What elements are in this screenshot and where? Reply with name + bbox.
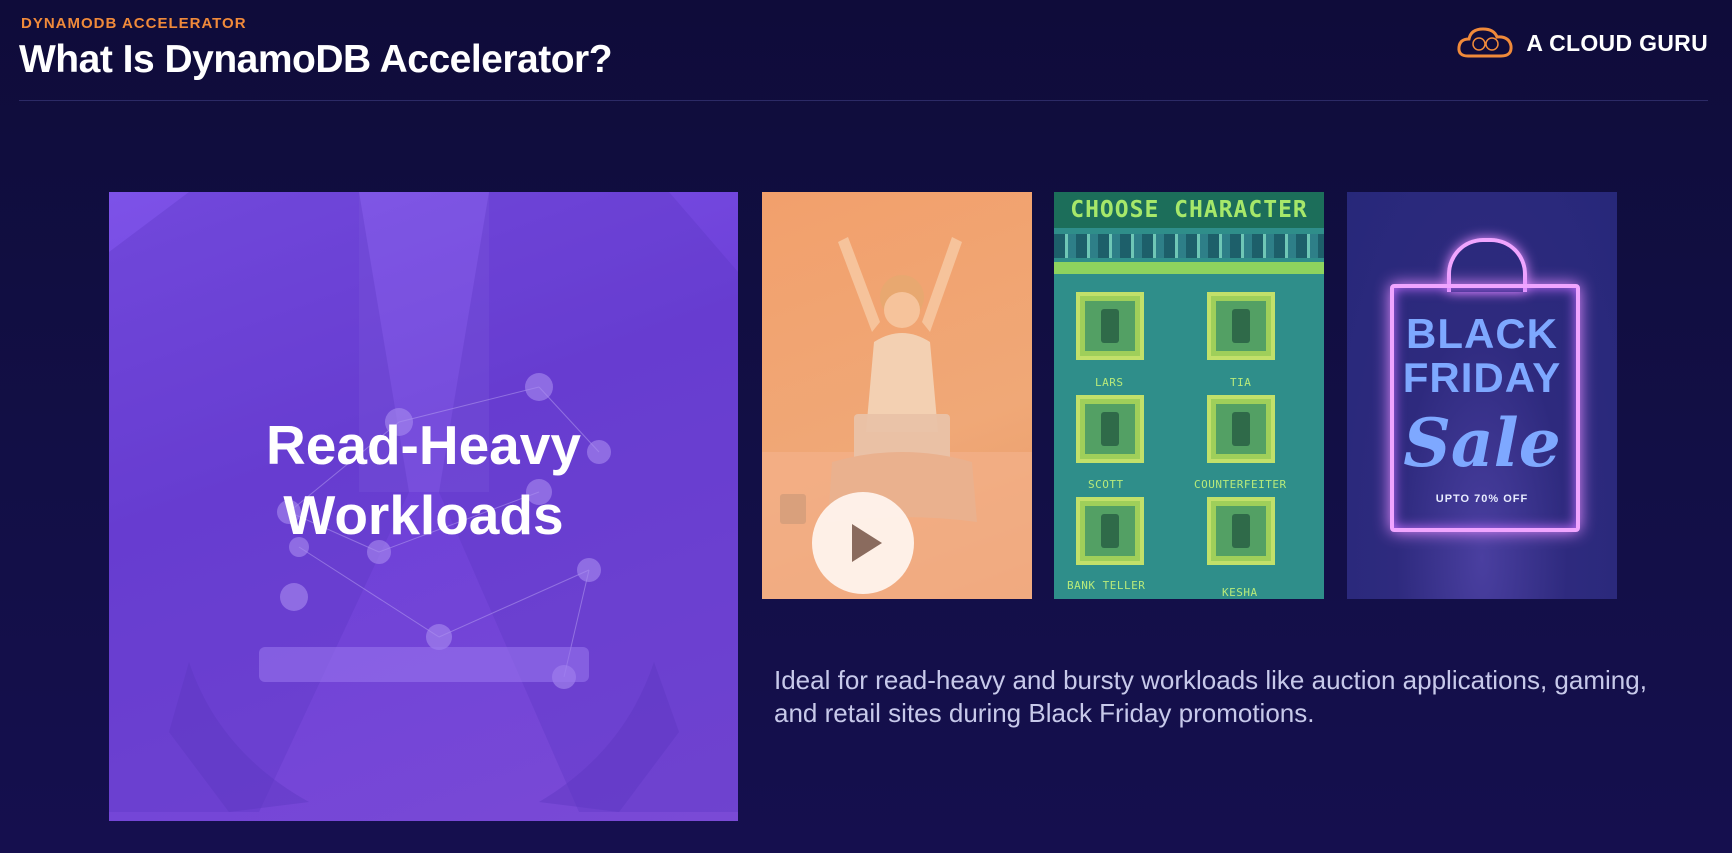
character-name: KESHA xyxy=(1222,586,1258,599)
hero-image-read-heavy: Read-Heavy Workloads xyxy=(109,192,738,821)
character-portrait xyxy=(1207,292,1275,360)
character-name: COUNTERFEITER xyxy=(1194,478,1287,491)
hero-title: Read-Heavy Workloads xyxy=(109,410,738,550)
hero-title-line1: Read-Heavy xyxy=(266,414,581,476)
character-name: LARS xyxy=(1095,376,1124,389)
pixel-bar xyxy=(1054,262,1324,274)
character-portrait xyxy=(1076,395,1144,463)
sale-line-friday: FRIDAY xyxy=(1402,354,1562,401)
character-portrait xyxy=(1207,395,1275,463)
character-portrait xyxy=(1207,497,1275,565)
sale-line-sale: Sale xyxy=(1403,404,1561,482)
play-button[interactable] xyxy=(812,492,914,594)
cloud-logo-icon xyxy=(1457,27,1513,58)
character-name: TIA xyxy=(1230,376,1252,389)
play-icon xyxy=(852,524,882,562)
sale-line-black: BLACK xyxy=(1406,310,1558,357)
description-text: Ideal for read-heavy and bursty workload… xyxy=(774,665,1647,728)
hero-title-line2: Workloads xyxy=(283,484,564,546)
character-portrait xyxy=(1076,497,1144,565)
video-panel xyxy=(762,192,1032,599)
pixel-stripe xyxy=(1054,234,1324,258)
character-portrait xyxy=(1076,292,1144,360)
header-divider xyxy=(19,100,1708,101)
game-panel: CHOOSE CHARACTER LARS TIA SCOTT COUNTERF… xyxy=(1054,192,1324,599)
section-eyebrow: DYNAMODB ACCELERATOR xyxy=(21,15,247,32)
brand-name: A CLOUD GURU xyxy=(1526,29,1708,56)
page-title: What Is DynamoDB Accelerator? xyxy=(19,38,613,81)
character-name: SCOTT xyxy=(1088,478,1124,491)
character-name: BANK TELLER xyxy=(1067,579,1146,592)
brand-logo: A CLOUD GURU xyxy=(1456,26,1708,60)
choose-character-heading: CHOOSE CHARACTER xyxy=(1054,192,1324,228)
sale-subtext: UPTO 70% OFF xyxy=(1435,493,1529,505)
black-friday-panel: BLACK FRIDAY Sale UPTO 70% OFF xyxy=(1347,192,1617,599)
